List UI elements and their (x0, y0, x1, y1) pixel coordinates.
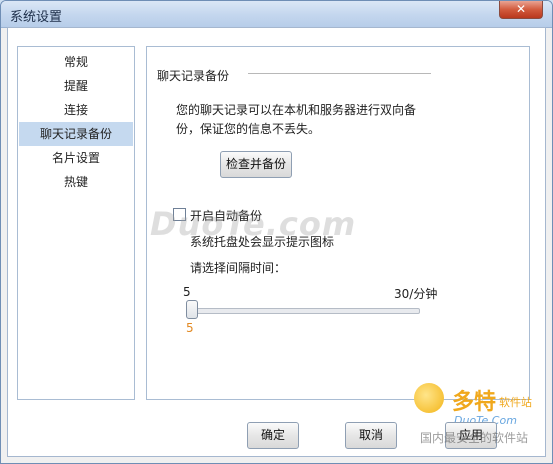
sidebar-item-chat-backup[interactable]: 聊天记录备份 (19, 122, 133, 146)
sidebar-item-general[interactable]: 常规 (19, 50, 133, 74)
section-divider (248, 73, 431, 74)
slider-min-label: 5 (183, 285, 191, 299)
title-bar: 系统设置 ✕ (1, 1, 552, 28)
interval-slider-track[interactable] (189, 308, 420, 314)
slider-current-value: 5 (186, 321, 194, 335)
window-title: 系统设置 (10, 10, 63, 25)
sidebar-item-hotkeys[interactable]: 热键 (19, 170, 133, 194)
check-and-backup-button[interactable]: 检查并备份 (220, 151, 292, 178)
cancel-button[interactable]: 取消 (345, 422, 397, 449)
watermark-logo-icon (414, 383, 444, 413)
close-button[interactable]: ✕ (499, 1, 543, 19)
sidebar-item-reminder[interactable]: 提醒 (19, 74, 133, 98)
section-title: 聊天记录备份 (157, 69, 230, 83)
watermark-text: DuoTe.com (150, 205, 357, 243)
ok-button[interactable]: 确定 (247, 422, 299, 449)
watermark-logo-subtitle: 国内最安全的软件站 (420, 431, 529, 445)
interval-label: 请选择间隔时间： (190, 261, 287, 275)
settings-sidebar: 常规 提醒 连接 聊天记录备份 名片设置 热键 (17, 46, 135, 400)
watermark-logo-suffix: 软件站 (499, 396, 532, 409)
backup-description: 您的聊天记录可以在本机和服务器进行双向备份，保证您的信息不丢失。 (176, 103, 417, 136)
watermark-logo-title: 多特 (452, 390, 497, 415)
sidebar-item-connection[interactable]: 连接 (19, 98, 133, 122)
interval-slider-thumb[interactable] (186, 300, 198, 319)
slider-max-label: 30/分钟 (394, 287, 438, 301)
sidebar-item-card-settings[interactable]: 名片设置 (19, 146, 133, 170)
